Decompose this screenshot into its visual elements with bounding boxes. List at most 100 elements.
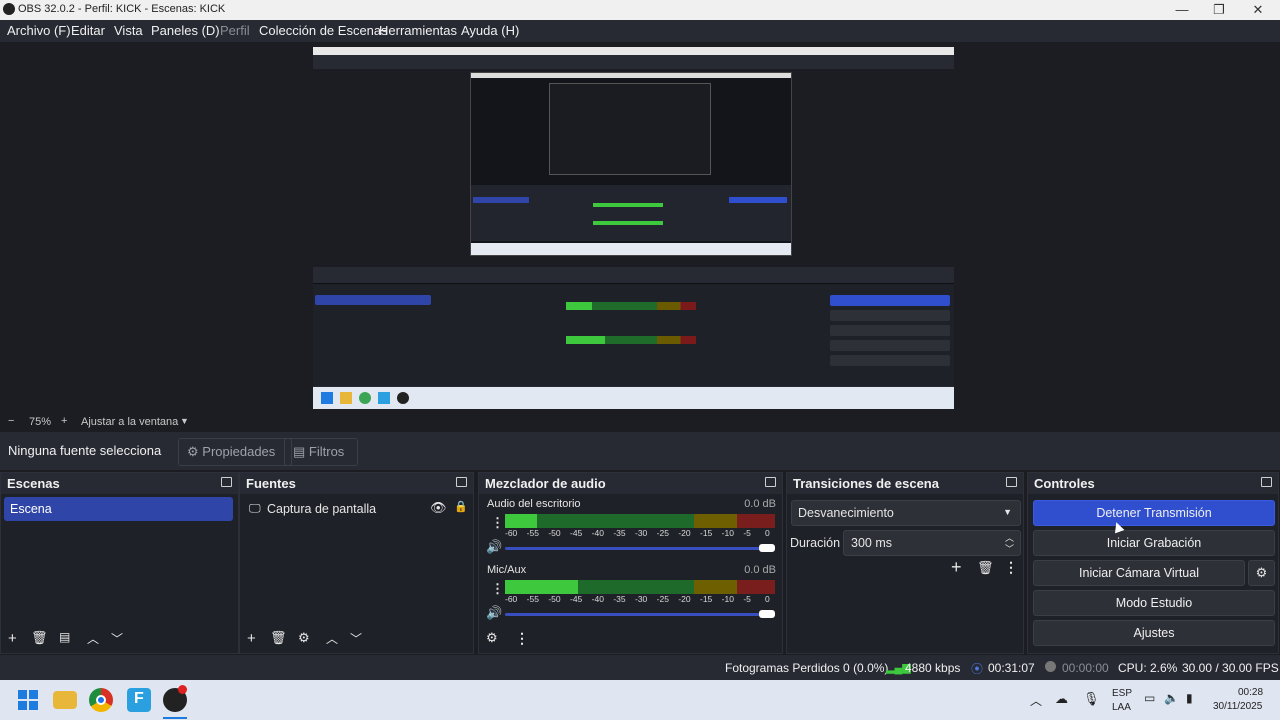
trash-icon[interactable]: 🗑: [977, 560, 994, 576]
meter-tick-label: -25: [656, 594, 669, 604]
add-scene-icon[interactable]: +: [8, 630, 17, 647]
clock-date[interactable]: 30/11/2025: [1213, 701, 1262, 712]
chevron-down-icon[interactable]: ▼: [180, 416, 189, 426]
gear-icon: ⚙: [187, 444, 199, 459]
minimize-button[interactable]: —: [1162, 0, 1202, 20]
menu-perfil[interactable]: Perfil: [220, 23, 250, 38]
lock-icon[interactable]: 🔒: [454, 500, 468, 513]
language-code[interactable]: ESP: [1112, 688, 1132, 699]
add-source-icon[interactable]: +: [247, 630, 256, 647]
capture-sourcebar: [313, 267, 954, 283]
zoom-fit-label[interactable]: Ajustar a la ventana: [81, 416, 178, 428]
more-vertical-icon[interactable]: ⋮: [515, 630, 529, 647]
scene-item-label: Escena: [10, 502, 52, 516]
menu-editar[interactable]: Editar: [71, 23, 105, 38]
volume-slider[interactable]: [505, 547, 775, 550]
channel-name: Mic/Aux: [487, 564, 527, 576]
speaker-icon[interactable]: 🔊: [486, 605, 502, 621]
add-transition-icon[interactable]: +: [951, 557, 962, 578]
transition-select-value: Desvanecimiento: [798, 506, 894, 520]
trash-icon[interactable]: 🗑: [31, 630, 48, 646]
close-button[interactable]: ✕: [1238, 0, 1278, 20]
channel-db: 0.0 dB: [744, 564, 776, 576]
more-vertical-icon[interactable]: ⋮: [1004, 559, 1018, 576]
transition-select[interactable]: Desvanecimiento ▼: [791, 500, 1021, 526]
properties-button[interactable]: ⚙ Propiedades: [178, 438, 292, 466]
chrome-icon[interactable]: [89, 688, 113, 712]
studio-mode-button[interactable]: Modo Estudio: [1033, 590, 1275, 616]
properties-label: Propiedades: [202, 444, 276, 459]
menu-archivo[interactable]: Archivo (F): [7, 23, 71, 38]
undock-icon[interactable]: [1261, 477, 1272, 487]
capture-docks: [313, 284, 954, 386]
filters-label: Filtros: [308, 444, 345, 459]
move-down-icon[interactable]: ﹀: [350, 630, 362, 647]
file-explorer-icon[interactable]: [53, 691, 77, 709]
undock-icon[interactable]: [221, 477, 232, 487]
zoom-in-button[interactable]: +: [61, 415, 67, 427]
undock-icon[interactable]: [456, 477, 467, 487]
active-app-indicator: [163, 717, 187, 719]
volume-slider-handle[interactable]: [759, 610, 775, 618]
duration-spinbox[interactable]: 300 ms ︿ ﹀: [843, 530, 1021, 556]
menu-vista[interactable]: Vista: [114, 23, 143, 38]
scene-item[interactable]: Escena: [4, 497, 233, 521]
move-up-icon[interactable]: ︿: [87, 630, 99, 647]
app-f-icon[interactable]: F: [127, 688, 151, 712]
more-vertical-icon[interactable]: ⋮: [491, 515, 504, 531]
volume-slider-handle[interactable]: [759, 544, 775, 552]
move-down-icon[interactable]: ﹀: [111, 630, 123, 647]
volume-meter: [505, 580, 775, 594]
speaker-icon[interactable]: 🔊: [486, 539, 502, 555]
virtual-camera-settings-gear-icon[interactable]: ⚙: [1248, 560, 1275, 586]
filters-button[interactable]: ▤ Filtros: [284, 438, 358, 466]
zoom-bar: − 75% + Ajustar a la ventana ▼: [0, 414, 1280, 430]
meter-tick-label: -55: [526, 594, 539, 604]
stop-stream-button[interactable]: Detener Transmisión: [1033, 500, 1275, 526]
menu-herramientas[interactable]: Herramientas: [379, 23, 457, 38]
source-item[interactable]: 🖵 Captura de pantalla 👁 🔒: [243, 497, 470, 521]
meter-tick-label: -15: [700, 594, 713, 604]
menu-coleccion-escenas[interactable]: Colección de Escenas: [259, 23, 388, 38]
maximize-button[interactable]: ❐: [1199, 0, 1239, 20]
volume-slider[interactable]: [505, 613, 775, 616]
filter-icon[interactable]: ▤: [59, 630, 70, 644]
cloud-icon[interactable]: ☁: [1055, 691, 1068, 707]
battery-icon[interactable]: ▮: [1186, 691, 1193, 705]
chevron-up-icon[interactable]: ︿: [1030, 692, 1042, 709]
audio-mixer-dock: Mezclador de audio Audio del escritorio …: [478, 472, 783, 654]
settings-button[interactable]: Ajustes: [1033, 620, 1275, 646]
stream-icon: ⦿: [971, 662, 984, 676]
obs-taskbar-icon[interactable]: [163, 685, 187, 712]
undock-icon[interactable]: [765, 477, 776, 487]
gear-icon[interactable]: ⚙: [298, 630, 310, 646]
volume-icon[interactable]: 🔈: [1164, 691, 1179, 705]
network-icon[interactable]: ▭: [1144, 691, 1155, 705]
chevron-down-icon[interactable]: ﹀: [1005, 542, 1014, 555]
meter-tick-label: -40: [591, 528, 604, 538]
start-recording-button[interactable]: Iniciar Grabación: [1033, 530, 1275, 556]
virtual-camera-button[interactable]: Iniciar Cámara Virtual: [1033, 560, 1245, 586]
advanced-audio-gear-icon[interactable]: ⚙: [486, 630, 498, 646]
undock-icon[interactable]: [1006, 477, 1017, 487]
preview-canvas[interactable]: [313, 47, 954, 409]
sources-dock-header: Fuentes: [240, 473, 473, 494]
more-vertical-icon[interactable]: ⋮: [491, 581, 504, 597]
record-icon: [1045, 661, 1056, 672]
microphone-icon[interactable]: 🎙: [1083, 691, 1100, 707]
menu-paneles[interactable]: Paneles (D): [151, 23, 220, 38]
windows-start-icon[interactable]: [16, 688, 40, 712]
zoom-out-button[interactable]: −: [8, 415, 14, 427]
capture-menubar: [313, 55, 954, 69]
meter-tick-label: -15: [700, 528, 713, 538]
sources-dock: Fuentes 🖵 Captura de pantalla 👁 🔒 + 🗑 ⚙ …: [239, 472, 474, 654]
menu-bar: Archivo (F) Editar Vista Paneles (D) Per…: [0, 20, 1280, 42]
move-up-icon[interactable]: ︿: [326, 630, 338, 647]
trash-icon[interactable]: 🗑: [270, 630, 287, 646]
language-layout[interactable]: LAA: [1112, 702, 1131, 713]
menu-ayuda[interactable]: Ayuda (H): [461, 23, 519, 38]
clock-time[interactable]: 00:28: [1238, 687, 1263, 698]
eye-icon[interactable]: 👁: [430, 500, 447, 516]
meter-tick-label: -30: [635, 528, 648, 538]
meter-tick-label: -20: [678, 528, 691, 538]
